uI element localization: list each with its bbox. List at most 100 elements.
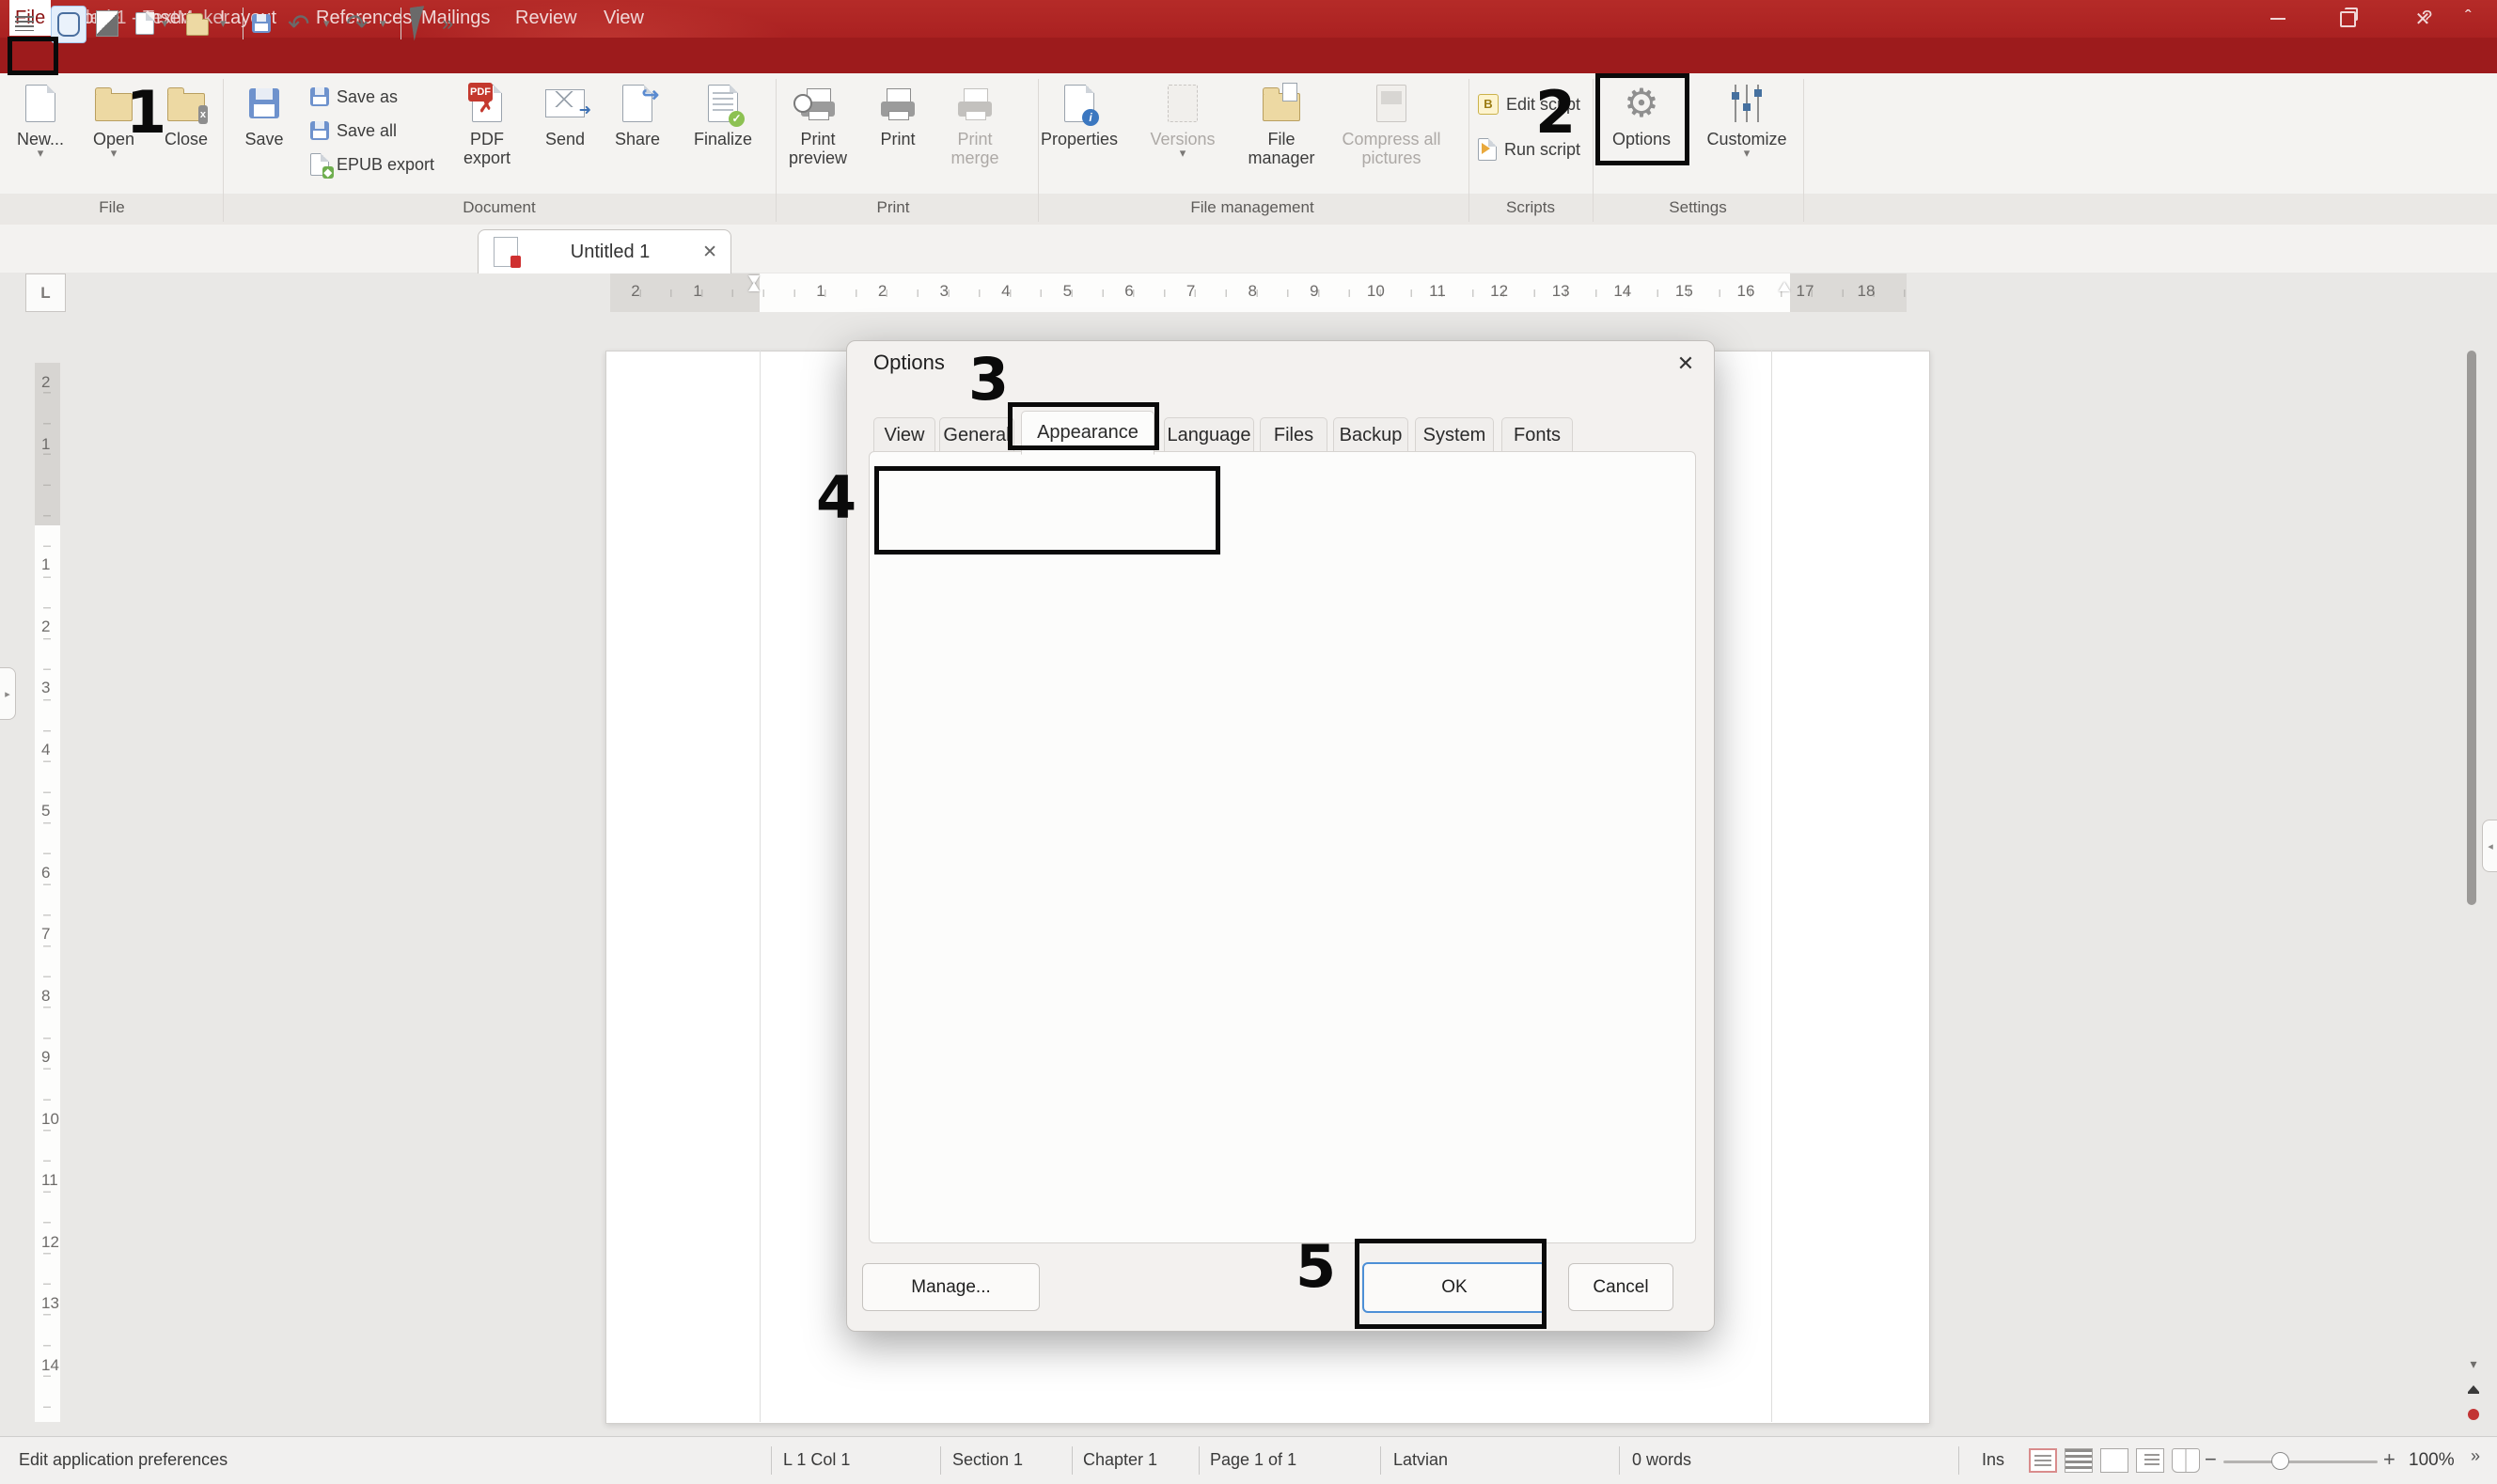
vertical-scrollbar[interactable] bbox=[2465, 320, 2478, 1429]
ribbon-save-button[interactable]: Save bbox=[233, 79, 295, 192]
tab-language[interactable]: Language bbox=[1164, 417, 1254, 454]
annotation-marker-2: 2 bbox=[1535, 86, 1576, 139]
save-all-icon bbox=[310, 121, 329, 140]
ribbon-save-as-button[interactable]: Save as bbox=[310, 83, 398, 111]
new-caret[interactable]: ▾ bbox=[162, 6, 168, 41]
restore-button[interactable] bbox=[2318, 0, 2377, 38]
tab-view[interactable]: View bbox=[873, 417, 935, 454]
properties-icon: i bbox=[1064, 85, 1094, 122]
status-chapter[interactable]: Chapter 1 bbox=[1083, 1450, 1157, 1470]
file-manager-icon bbox=[1263, 93, 1300, 121]
annotation-marker-5: 5 bbox=[1296, 1241, 1336, 1293]
customize-dropdown-caret[interactable]: ▾ bbox=[1744, 148, 1751, 158]
tab-stop-selector[interactable]: L bbox=[25, 273, 66, 312]
right-indent-marker[interactable] bbox=[1779, 282, 1790, 291]
status-section[interactable]: Section 1 bbox=[952, 1450, 1023, 1470]
zoom-in-button[interactable]: + bbox=[2383, 1447, 2395, 1472]
status-page[interactable]: Page 1 of 1 bbox=[1210, 1450, 1296, 1470]
floppy-icon bbox=[252, 14, 271, 33]
status-position[interactable]: L 1 Col 1 bbox=[783, 1450, 850, 1470]
ribbon-epub-export-button[interactable]: ◆ EPUB export bbox=[310, 150, 434, 179]
split-square-icon bbox=[96, 10, 118, 37]
menu-bar bbox=[0, 38, 2497, 73]
status-separator bbox=[940, 1446, 941, 1475]
view-outline-icon[interactable] bbox=[2136, 1448, 2164, 1473]
status-language[interactable]: Latvian bbox=[1393, 1450, 1448, 1470]
ribbon-finalize-button[interactable]: ✓ Finalize bbox=[681, 79, 765, 192]
right-panel-flyout-handle[interactable]: ◂ bbox=[2482, 820, 2497, 872]
new-document-quick-button[interactable] bbox=[135, 6, 154, 41]
share-icon: ↪ bbox=[622, 85, 652, 122]
redo-caret[interactable]: ▾ bbox=[380, 6, 386, 41]
select-pointer-button[interactable] bbox=[412, 6, 427, 41]
left-indent-marker[interactable] bbox=[748, 282, 760, 291]
ribbon-print-preview-button[interactable]: Print preview bbox=[780, 79, 856, 192]
ribbon-properties-button[interactable]: i Properties bbox=[1034, 79, 1124, 192]
dialog-tab-panel bbox=[869, 451, 1696, 1243]
status-insert-mode[interactable]: Ins bbox=[1982, 1450, 2004, 1470]
status-word-count[interactable]: 0 words bbox=[1632, 1450, 1691, 1470]
zoom-level[interactable]: 100% bbox=[2409, 1450, 2455, 1471]
browse-previous-button[interactable] bbox=[2463, 1378, 2484, 1398]
ribbon-file-manager-button[interactable]: File manager bbox=[1239, 79, 1324, 192]
menu-review[interactable]: Review bbox=[510, 0, 583, 36]
new-page-icon bbox=[135, 12, 154, 35]
ribbon-share-button[interactable]: ↪ Share bbox=[602, 79, 673, 192]
ribbon-new-button[interactable]: New... ▾ bbox=[8, 79, 73, 192]
toolbar-overflow-button[interactable]: » bbox=[442, 6, 453, 41]
scroll-down-button[interactable]: ▾ bbox=[2463, 1353, 2484, 1374]
cancel-button[interactable]: Cancel bbox=[1568, 1263, 1673, 1311]
minimize-button[interactable] bbox=[2249, 0, 2307, 38]
ribbon-pdf-export-button[interactable]: PDF✗ PDF export bbox=[446, 79, 528, 192]
group-caption-file: File bbox=[99, 198, 124, 217]
ribbon-versions-button: Versions ▾ bbox=[1139, 79, 1226, 192]
tab-general[interactable]: General bbox=[939, 417, 1014, 454]
ribbon-customize-button[interactable]: Customize ▾ bbox=[1698, 79, 1796, 192]
tab-fonts[interactable]: Fonts bbox=[1501, 417, 1573, 454]
dialog-close-button[interactable]: ✕ bbox=[1669, 349, 1703, 379]
browse-object-button[interactable] bbox=[2463, 1404, 2484, 1425]
ribbon-send-button[interactable]: Send bbox=[536, 79, 594, 192]
document-tab[interactable]: Untitled 1 ✕ bbox=[478, 229, 731, 273]
help-button[interactable]: ? bbox=[2416, 0, 2438, 36]
ribbon-save-all-button[interactable]: Save all bbox=[310, 117, 397, 145]
view-normal-icon[interactable] bbox=[2029, 1448, 2057, 1473]
tab-backup[interactable]: Backup bbox=[1333, 417, 1408, 454]
open-dropdown-caret[interactable]: ▾ bbox=[111, 148, 118, 158]
horizontal-ruler[interactable]: 21123456789101112131415161718 bbox=[610, 273, 1907, 312]
tab-system[interactable]: System bbox=[1415, 417, 1494, 454]
left-panel-flyout-handle[interactable]: ▸ bbox=[0, 667, 16, 720]
manage-button[interactable]: Manage... bbox=[862, 1263, 1040, 1311]
right-margin-guide bbox=[1771, 351, 1772, 1422]
ribbon-print-button[interactable]: Print bbox=[867, 79, 929, 192]
annotation-box-appearance-tab bbox=[1008, 402, 1159, 450]
zoom-slider-track[interactable] bbox=[2223, 1461, 2378, 1463]
open-caret[interactable]: ▾ bbox=[220, 6, 227, 41]
group-caption-settings: Settings bbox=[1669, 198, 1726, 217]
status-overflow-button[interactable]: » bbox=[2471, 1446, 2480, 1466]
view-draft-icon[interactable] bbox=[2065, 1448, 2093, 1473]
redo-button[interactable]: ↷ bbox=[346, 6, 368, 41]
scrollbar-thumb[interactable] bbox=[2467, 351, 2476, 905]
zoom-slider-knob[interactable] bbox=[2271, 1452, 2289, 1470]
restore-icon bbox=[2340, 11, 2356, 27]
open-quick-button[interactable] bbox=[186, 6, 209, 41]
group-separator bbox=[1468, 79, 1469, 222]
contrast-view-button[interactable] bbox=[96, 6, 118, 41]
vertical-ruler[interactable]: 211234567891011121314 bbox=[35, 363, 60, 1422]
new-dropdown-caret[interactable]: ▾ bbox=[38, 148, 44, 158]
tab-close-icon[interactable]: ✕ bbox=[702, 242, 717, 263]
undo-caret[interactable]: ▾ bbox=[323, 6, 330, 41]
document-icon bbox=[494, 237, 518, 267]
annotation-box-dialog-language bbox=[874, 466, 1220, 555]
menu-view[interactable]: View bbox=[598, 0, 650, 36]
left-margin-guide bbox=[760, 351, 761, 1422]
group-separator bbox=[223, 79, 224, 222]
zoom-out-button[interactable]: − bbox=[2205, 1447, 2217, 1472]
collapse-ribbon-button[interactable]: ˆ bbox=[2459, 0, 2477, 36]
view-fullpage-icon[interactable] bbox=[2100, 1448, 2128, 1473]
save-quick-button[interactable] bbox=[252, 6, 271, 41]
view-book-icon[interactable] bbox=[2172, 1448, 2200, 1473]
tab-files[interactable]: Files bbox=[1260, 417, 1327, 454]
undo-button[interactable]: ↶ bbox=[288, 6, 309, 41]
